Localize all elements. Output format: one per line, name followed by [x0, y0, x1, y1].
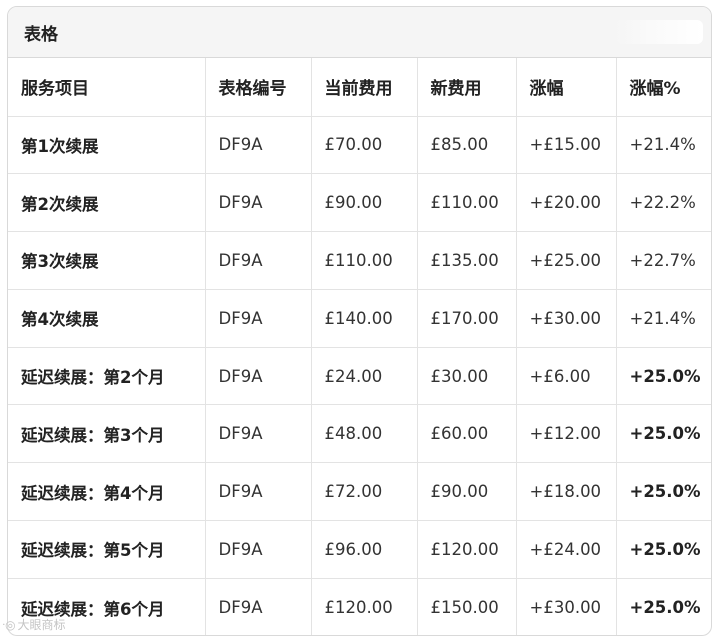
cell-current-fee: £72.00 — [311, 462, 418, 522]
table-header-row: 服务项目 表格编号 当前费用 新费用 涨幅 涨幅% — [8, 58, 711, 117]
table-row: 第2次续展 DF9A £90.00 £110.00 +£20.00 +22.2% — [8, 173, 711, 233]
table-body: 第1次续展 DF9A £70.00 £85.00 +£15.00 +21.4% 第2次续展 D… — [8, 116, 711, 635]
table-row: 第3次续展 DF9A £110.00 £135.00 +£25.00 +22.7% — [8, 231, 711, 290]
table-card: 表格 服务项目 表格编号 当前费用 新费用 涨幅 涨幅% 第1次续展 DF9A £7… — [7, 6, 712, 636]
cell-increase-percent: +22.2% — [616, 173, 711, 233]
cell-form-number: DF9A — [205, 116, 312, 175]
cell-new-fee: £30.00 — [417, 347, 517, 406]
cell-current-fee: £120.00 — [311, 578, 418, 635]
table-row: 延迟续展：第3个月 DF9A £48.00 £60.00 +£12.00 +25.0% — [8, 404, 711, 464]
cell-service-item: 第4次续展 — [8, 289, 206, 348]
column-header-service-item: 服务项目 — [8, 58, 206, 117]
cell-form-number: DF9A — [205, 231, 312, 290]
table-row: 延迟续展：第6个月 DF9A £120.00 £150.00 +£30.00 +25.0% — [8, 578, 711, 635]
table-row: 延迟续展：第5个月 DF9A £96.00 £120.00 +£24.00 +25.0% — [8, 520, 711, 579]
cell-increase: +£25.00 — [516, 231, 617, 290]
cell-increase-percent: +22.7% — [616, 231, 711, 290]
cell-new-fee: £150.00 — [417, 578, 517, 635]
cell-service-item: 第3次续展 — [8, 231, 206, 290]
watermark: ᐧ◎ 大眼商标 — [2, 616, 66, 633]
table-row: 延迟续展：第4个月 DF9A £72.00 £90.00 +£18.00 +25.0% — [8, 462, 711, 522]
cell-new-fee: £60.00 — [417, 404, 517, 464]
cell-new-fee: £120.00 — [417, 520, 517, 579]
column-header-increase: 涨幅 — [516, 58, 617, 117]
cell-current-fee: £96.00 — [311, 520, 418, 579]
cell-increase-percent: +25.0% — [616, 404, 711, 464]
cell-form-number: DF9A — [205, 289, 312, 348]
cell-increase-percent: +25.0% — [629, 598, 701, 618]
cell-increase: +£30.00 — [516, 289, 617, 348]
cell-increase-percent: +21.4% — [616, 116, 711, 175]
watermark-text: 大眼商标 — [17, 618, 66, 632]
cell-increase-percent: +25.0% — [616, 462, 711, 522]
cell-current-fee: £70.00 — [311, 116, 418, 175]
cell-increase: +£30.00 — [516, 578, 617, 635]
cell-service-item: 第2次续展 — [8, 173, 206, 233]
cell-increase-percent: +25.0% — [616, 520, 711, 579]
cell-form-number: DF9A — [205, 347, 312, 406]
column-header-increase-percent: 涨幅% — [616, 58, 711, 117]
cell-increase: +£18.00 — [516, 462, 617, 522]
cell-service-item: 延迟续展：第2个月 — [8, 347, 206, 406]
cell-increase: +£12.00 — [516, 404, 617, 464]
cell-increase: +£15.00 — [516, 116, 617, 175]
cell-current-fee: £48.00 — [311, 404, 418, 464]
cell-service-item: 延迟续展：第3个月 — [8, 404, 206, 464]
cell-current-fee: £140.00 — [311, 289, 418, 348]
cell-form-number: DF9A — [205, 520, 312, 579]
fee-table: 服务项目 表格编号 当前费用 新费用 涨幅 涨幅% 第1次续展 DF9A £70.0… — [8, 58, 711, 635]
cell-form-number: DF9A — [205, 462, 312, 522]
table-row: 第1次续展 DF9A £70.00 £85.00 +£15.00 +21.4% — [8, 116, 711, 175]
column-header-new-fee: 新费用 — [417, 58, 517, 117]
cell-increase: +£24.00 — [516, 520, 617, 579]
cell-new-fee: £170.00 — [417, 289, 517, 348]
cell-service-item: 延迟续展：第4个月 — [8, 462, 206, 522]
cell-new-fee: £85.00 — [417, 116, 517, 175]
cell-service-item: 延迟续展：第5个月 — [8, 520, 206, 579]
column-header-current-fee: 当前费用 — [311, 58, 418, 117]
column-header-form-number: 表格编号 — [205, 58, 312, 117]
cell-current-fee: £90.00 — [311, 173, 418, 233]
cell-current-fee: £24.00 — [311, 347, 418, 406]
cell-increase: +£20.00 — [516, 173, 617, 233]
cell-service-item: 第1次续展 — [8, 116, 206, 175]
cell-new-fee: £135.00 — [417, 231, 517, 290]
cell-new-fee: £90.00 — [417, 462, 517, 522]
table-row: 延迟续展：第2个月 DF9A £24.00 £30.00 +£6.00 +25.0% — [8, 347, 711, 406]
cell-increase-percent: +21.4% — [616, 289, 711, 348]
cell-form-number: DF9A — [205, 173, 312, 233]
cell-form-number: DF9A — [205, 404, 312, 464]
cell-new-fee: £110.00 — [417, 173, 517, 233]
card-title: 表格 — [24, 24, 58, 45]
header-action-button[interactable] — [615, 20, 703, 44]
cell-increase: +£6.00 — [516, 347, 617, 406]
cell-form-number: DF9A — [205, 578, 312, 635]
watermark-logo-icon: ᐧ◎ — [2, 617, 16, 632]
card-header: 表格 — [8, 7, 711, 58]
cell-current-fee: £110.00 — [311, 231, 418, 290]
cell-increase-percent: +25.0% — [616, 347, 711, 406]
table-row: 第4次续展 DF9A £140.00 £170.00 +£30.00 +21.4% — [8, 289, 711, 348]
